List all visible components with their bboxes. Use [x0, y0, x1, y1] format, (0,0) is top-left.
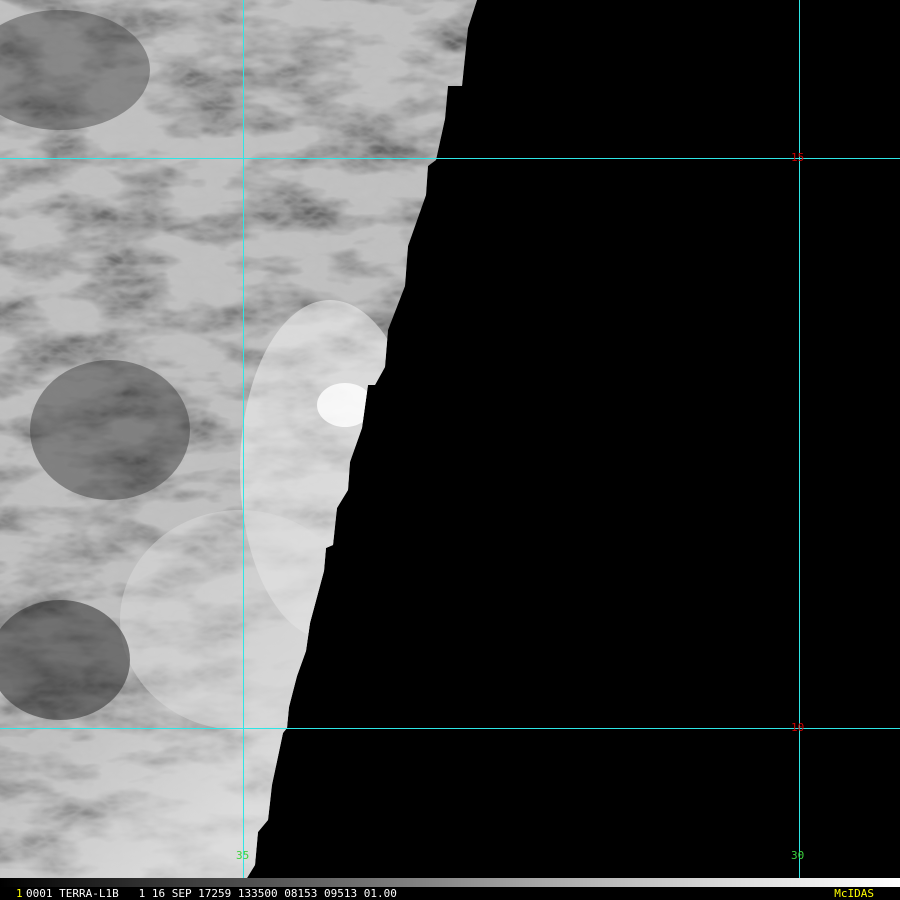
longitude-label-30: 30 — [791, 849, 805, 862]
software-label: McIDAS — [834, 887, 874, 900]
image-metadata-text: 0001 TERRA-L1B 1 16 SEP 17259 133500 081… — [26, 887, 397, 900]
frame-number: 1 — [16, 887, 23, 900]
grey-scale-ramp — [0, 878, 900, 887]
satellite-image-viewer: 15 10 35 30 1 0001 TERRA-L1B 1 16 SEP 17… — [0, 0, 900, 900]
longitude-label-35: 35 — [236, 849, 250, 862]
latitude-label-10: 10 — [791, 721, 805, 734]
status-bar: 1 0001 TERRA-L1B 1 16 SEP 17259 133500 0… — [0, 878, 900, 900]
satellite-imagery — [0, 0, 900, 878]
status-line: 1 0001 TERRA-L1B 1 16 SEP 17259 133500 0… — [0, 887, 900, 900]
latitude-label-15: 15 — [791, 151, 805, 164]
